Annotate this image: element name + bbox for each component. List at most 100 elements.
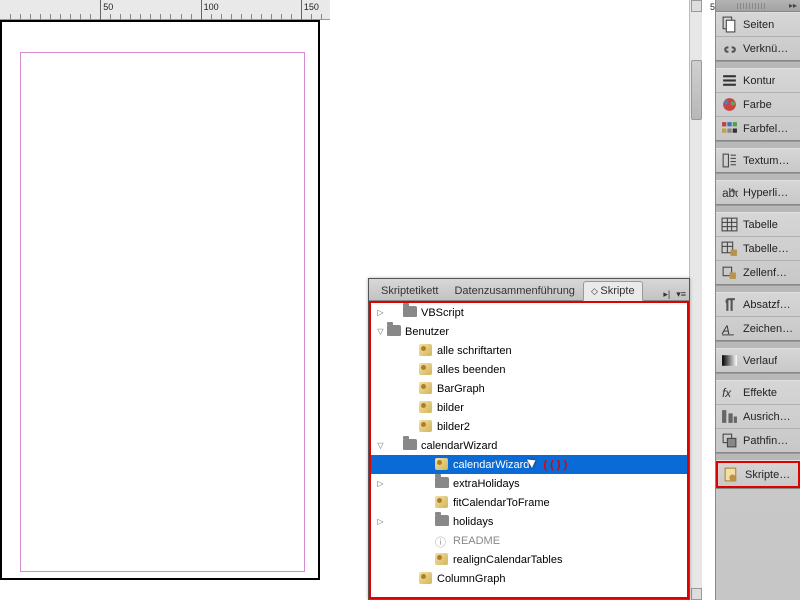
panel-button-charstyle[interactable]: AZeichen… bbox=[716, 317, 800, 340]
panel-button-parastyle[interactable]: Absatzf… bbox=[716, 293, 800, 317]
scroll-up-arrow[interactable] bbox=[691, 0, 702, 12]
tree-folder[interactable]: ▷ extraHolidays bbox=[371, 474, 687, 493]
tree-script[interactable]: realignCalendarTables bbox=[371, 550, 687, 569]
tree-script[interactable]: BarGraph bbox=[371, 379, 687, 398]
tree-expander[interactable]: ▷ bbox=[375, 307, 386, 318]
folder-icon bbox=[387, 325, 402, 339]
tree-item-label: ColumnGraph bbox=[437, 573, 505, 585]
tree-expander[interactable]: ▽ bbox=[375, 440, 386, 451]
pages-icon bbox=[721, 17, 738, 32]
tree-script[interactable]: fitCalendarToFrame bbox=[371, 493, 687, 512]
mouse-cursor bbox=[527, 456, 541, 474]
panel-dock-header[interactable]: ▸▸ bbox=[716, 0, 800, 12]
tree-folder[interactable]: ▷ VBScript bbox=[371, 303, 687, 322]
scroll-down-arrow[interactable] bbox=[691, 588, 702, 600]
tree-folder[interactable]: ▽ Benutzer bbox=[371, 322, 687, 341]
panel-button-label: Pathfin… bbox=[743, 435, 788, 447]
tree-script[interactable]: alles beenden bbox=[371, 360, 687, 379]
scroll-thumb[interactable] bbox=[691, 60, 702, 120]
panel-button-label: Zellenf… bbox=[743, 267, 787, 279]
tree-item-label: alle schriftarten bbox=[437, 345, 512, 357]
scripts-panel: Skriptetikett Datenzusammenführung ◇ Skr… bbox=[368, 278, 690, 600]
panel-button-color[interactable]: Farbe bbox=[716, 93, 800, 117]
parastyle-icon bbox=[721, 297, 738, 312]
swatch-icon bbox=[721, 121, 738, 136]
panel-button-wrap[interactable]: Textum… bbox=[716, 149, 800, 172]
tree-item-label: README bbox=[453, 535, 500, 547]
gradient-icon bbox=[721, 353, 738, 368]
script-icon bbox=[419, 344, 434, 358]
panel-button-label: Zeichen… bbox=[743, 323, 793, 335]
color-icon bbox=[721, 97, 738, 112]
tree-expander bbox=[375, 421, 386, 432]
tree-folder[interactable]: ▽ calendarWizard bbox=[371, 436, 687, 455]
panel-button-cellstyle[interactable]: Zellenf… bbox=[716, 261, 800, 284]
tree-expander bbox=[375, 364, 386, 375]
script-icon bbox=[419, 363, 434, 377]
scripts-panel-tabs: Skriptetikett Datenzusammenführung ◇ Skr… bbox=[369, 279, 689, 301]
tree-expander bbox=[375, 345, 386, 356]
folder-icon bbox=[435, 477, 450, 491]
tree-expander bbox=[375, 402, 386, 413]
tree-item-label: bilder2 bbox=[437, 421, 470, 433]
script-icon bbox=[419, 401, 434, 415]
tree-expander[interactable]: ▷ bbox=[375, 516, 386, 527]
panel-button-script[interactable]: Skripte… bbox=[716, 461, 800, 488]
panel-button-label: Tabelle bbox=[743, 219, 778, 231]
panel-button-swatch[interactable]: Farbfel… bbox=[716, 117, 800, 140]
scripts-tree[interactable]: ▷ VBScript ▽ Benutzer alle schriftarten alles… bbox=[369, 301, 689, 599]
panel-button-align[interactable]: Ausrich… bbox=[716, 405, 800, 429]
panel-button-pages[interactable]: Seiten bbox=[716, 13, 800, 37]
cellstyle-icon bbox=[721, 265, 738, 280]
info-icon: ⓘ bbox=[435, 534, 450, 548]
tree-expander[interactable]: ▽ bbox=[375, 326, 386, 337]
panel-menu-button[interactable]: ▾≡ bbox=[673, 289, 689, 300]
panel-button-links[interactable]: Verknü… bbox=[716, 37, 800, 60]
selection-marker: ( ( ) ) bbox=[543, 459, 567, 471]
pasteboard bbox=[330, 0, 710, 283]
tree-item-label: fitCalendarToFrame bbox=[453, 497, 550, 509]
document-canvas[interactable] bbox=[0, 20, 332, 600]
panel-button-fx[interactable]: fxEffekte bbox=[716, 381, 800, 405]
tab-skriptetikett[interactable]: Skriptetikett bbox=[373, 281, 446, 300]
tree-expander[interactable]: ▷ bbox=[375, 478, 386, 489]
panel-collapse-button[interactable]: ▸| bbox=[660, 289, 673, 300]
tree-item-label: VBScript bbox=[421, 307, 464, 319]
panel-button-label: Absatzf… bbox=[743, 299, 791, 311]
script-icon bbox=[435, 496, 450, 510]
tree-expander bbox=[375, 459, 386, 470]
tree-item-label: BarGraph bbox=[437, 383, 485, 395]
tree-item-label: calendarWizard bbox=[421, 440, 497, 452]
panel-button-label: Seiten bbox=[743, 19, 774, 31]
panel-button-gradient[interactable]: Verlauf bbox=[716, 349, 800, 372]
panel-button-label: Kontur bbox=[743, 75, 775, 87]
panel-button-table[interactable]: Tabelle bbox=[716, 213, 800, 237]
tree-script[interactable]: ColumnGraph bbox=[371, 569, 687, 588]
tree-item-label: Benutzer bbox=[405, 326, 449, 338]
folder-icon bbox=[403, 306, 418, 320]
tree-script[interactable]: alle schriftarten bbox=[371, 341, 687, 360]
tree-expander bbox=[375, 573, 386, 584]
script-icon bbox=[419, 572, 434, 586]
tree-script[interactable]: bilder bbox=[371, 398, 687, 417]
panel-button-tablestyle[interactable]: Tabelle… bbox=[716, 237, 800, 261]
tree-folder[interactable]: ▷ holidays bbox=[371, 512, 687, 531]
tree-script[interactable]: bilder2 bbox=[371, 417, 687, 436]
tree-item-label: holidays bbox=[453, 516, 493, 528]
folder-icon bbox=[435, 515, 450, 529]
folder-icon bbox=[403, 439, 418, 453]
tab-skripte[interactable]: ◇ Skripte bbox=[583, 281, 643, 301]
tree-script[interactable]: ⓘREADME bbox=[371, 531, 687, 550]
panel-button-hyperlink[interactable]: abcHyperli… bbox=[716, 181, 800, 204]
tree-item-label: extraHolidays bbox=[453, 478, 520, 490]
panel-button-label: Verknü… bbox=[743, 43, 788, 55]
panel-button-label: Hyperli… bbox=[743, 187, 788, 199]
page[interactable] bbox=[0, 20, 320, 580]
panel-button-stroke[interactable]: Kontur bbox=[716, 69, 800, 93]
scrollbar-vertical[interactable] bbox=[689, 0, 702, 600]
tab-datenzusammenfuehrung[interactable]: Datenzusammenführung bbox=[446, 281, 582, 300]
panel-button-label: Verlauf bbox=[743, 355, 777, 367]
tree-item-label: realignCalendarTables bbox=[453, 554, 562, 566]
tree-script[interactable]: calendarWizard( ( ) ) bbox=[371, 455, 687, 474]
panel-button-pathfinder[interactable]: Pathfin… bbox=[716, 429, 800, 452]
